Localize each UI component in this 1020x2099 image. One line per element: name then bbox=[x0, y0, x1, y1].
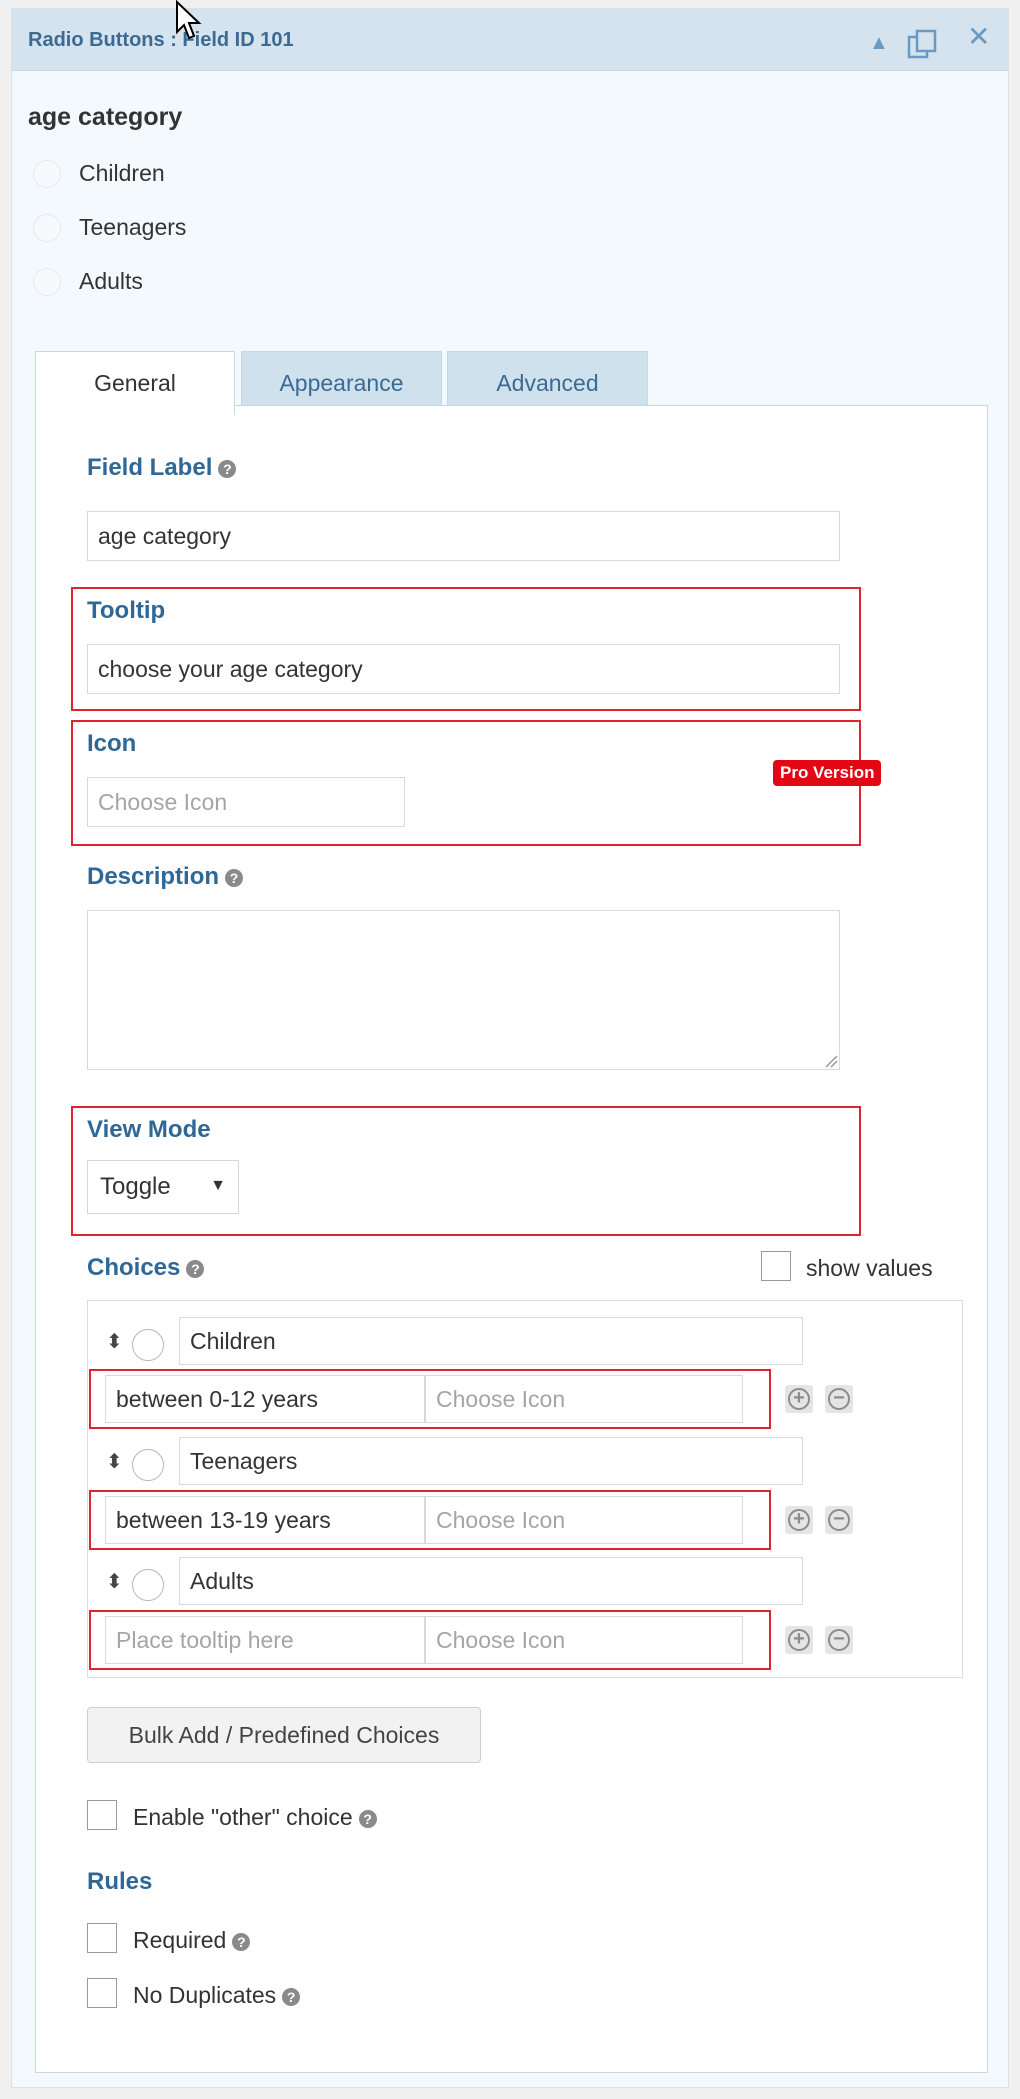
choice-label-input[interactable]: Children bbox=[179, 1317, 803, 1365]
view-mode-select[interactable]: Toggle ▼ bbox=[87, 1160, 239, 1214]
help-icon[interactable]: ? bbox=[225, 868, 244, 887]
remove-choice-button[interactable]: − bbox=[825, 1506, 853, 1534]
show-values-label: show values bbox=[806, 1255, 933, 1281]
tooltip-heading: Tooltip bbox=[87, 597, 166, 624]
bulk-add-button[interactable]: Bulk Add / Predefined Choices bbox=[87, 1707, 481, 1763]
preview-choice-label: Children bbox=[79, 160, 165, 186]
preview-radio[interactable] bbox=[33, 214, 61, 242]
drag-handle-icon[interactable]: ⬍ bbox=[106, 1452, 123, 1472]
tooltip-input[interactable]: choose your age category bbox=[87, 644, 840, 694]
field-label-heading: Field Label? bbox=[87, 454, 237, 482]
no-duplicates-checkbox[interactable] bbox=[87, 1978, 117, 2008]
minus-icon: − bbox=[828, 1629, 850, 1651]
choice-icon-input[interactable]: Choose Icon bbox=[425, 1496, 743, 1544]
tab-general[interactable]: General bbox=[35, 351, 235, 415]
choice-label-input[interactable]: Teenagers bbox=[179, 1437, 803, 1485]
choice-tooltip-input[interactable]: Place tooltip here bbox=[105, 1616, 425, 1664]
choices-heading: Choices? bbox=[87, 1254, 205, 1282]
mouse-cursor-icon bbox=[176, 0, 202, 40]
choice-default-radio[interactable] bbox=[132, 1569, 164, 1601]
general-tab-panel: Field Label? age category Tooltip choose… bbox=[35, 405, 988, 2073]
tab-appearance[interactable]: Appearance bbox=[241, 351, 442, 413]
drag-handle-icon[interactable]: ⬍ bbox=[106, 1572, 123, 1592]
pro-version-badge: Pro Version bbox=[773, 760, 882, 786]
required-label: Required? bbox=[133, 1927, 251, 1954]
rules-heading: Rules bbox=[87, 1868, 153, 1895]
help-icon[interactable]: ? bbox=[282, 1987, 301, 2006]
plus-icon: + bbox=[788, 1629, 810, 1651]
widget-header[interactable]: Radio Buttons : Field ID 101 ▲ ✕ bbox=[12, 9, 1008, 71]
resize-handle-icon[interactable] bbox=[824, 1054, 838, 1068]
add-choice-button[interactable]: + bbox=[785, 1626, 813, 1654]
remove-choice-button[interactable]: − bbox=[825, 1385, 853, 1413]
choice-icon-input[interactable]: Choose Icon bbox=[425, 1375, 743, 1423]
add-choice-button[interactable]: + bbox=[785, 1385, 813, 1413]
choice-default-radio[interactable] bbox=[132, 1329, 164, 1361]
preview-field-label: age category bbox=[28, 103, 183, 131]
preview-radio[interactable] bbox=[33, 268, 61, 296]
show-values-checkbox[interactable] bbox=[761, 1251, 791, 1281]
plus-icon: + bbox=[788, 1509, 810, 1531]
minus-icon: − bbox=[828, 1388, 850, 1410]
no-duplicates-label: No Duplicates? bbox=[133, 1982, 301, 2009]
preview-radio[interactable] bbox=[33, 160, 61, 188]
required-checkbox[interactable] bbox=[87, 1923, 117, 1953]
duplicate-icon[interactable] bbox=[907, 29, 939, 64]
drag-handle-icon[interactable]: ⬍ bbox=[106, 1332, 123, 1352]
add-choice-button[interactable]: + bbox=[785, 1506, 813, 1534]
description-heading: Description? bbox=[87, 863, 244, 891]
tab-advanced[interactable]: Advanced bbox=[447, 351, 648, 413]
choice-tooltip-input[interactable]: between 0-12 years bbox=[105, 1375, 425, 1423]
close-icon[interactable]: ✕ bbox=[967, 23, 990, 51]
preview-choice-label: Teenagers bbox=[79, 214, 187, 240]
choice-default-radio[interactable] bbox=[132, 1449, 164, 1481]
choose-icon-input[interactable]: Choose Icon bbox=[87, 777, 405, 827]
remove-choice-button[interactable]: − bbox=[825, 1626, 853, 1654]
help-icon[interactable]: ? bbox=[186, 1259, 205, 1278]
icon-heading: Icon bbox=[87, 730, 137, 757]
choice-label-input[interactable]: Adults bbox=[179, 1557, 803, 1605]
preview-choice-label: Adults bbox=[79, 268, 143, 294]
choice-icon-input[interactable]: Choose Icon bbox=[425, 1616, 743, 1664]
minus-icon: − bbox=[828, 1509, 850, 1531]
enable-other-checkbox[interactable] bbox=[87, 1800, 117, 1830]
collapse-arrow-icon[interactable]: ▲ bbox=[869, 31, 889, 55]
choice-tooltip-input[interactable]: between 13-19 years bbox=[105, 1496, 425, 1544]
field-settings-widget: Radio Buttons : Field ID 101 ▲ ✕ age cat… bbox=[11, 8, 1009, 2088]
plus-icon: + bbox=[788, 1388, 810, 1410]
choices-list: ⬍ Children between 0-12 years Choose Ico… bbox=[87, 1300, 963, 1678]
view-mode-selected: Toggle bbox=[100, 1173, 171, 1200]
widget-title: Radio Buttons : Field ID 101 bbox=[28, 29, 294, 51]
dropdown-arrow-icon: ▼ bbox=[210, 1177, 226, 1194]
enable-other-label: Enable "other" choice? bbox=[133, 1804, 377, 1831]
view-mode-heading: View Mode bbox=[87, 1116, 211, 1143]
field-label-input[interactable]: age category bbox=[87, 511, 840, 561]
description-textarea[interactable] bbox=[87, 910, 840, 1070]
help-icon[interactable]: ? bbox=[358, 1809, 377, 1828]
help-icon[interactable]: ? bbox=[218, 459, 237, 478]
help-icon[interactable]: ? bbox=[232, 1932, 251, 1951]
